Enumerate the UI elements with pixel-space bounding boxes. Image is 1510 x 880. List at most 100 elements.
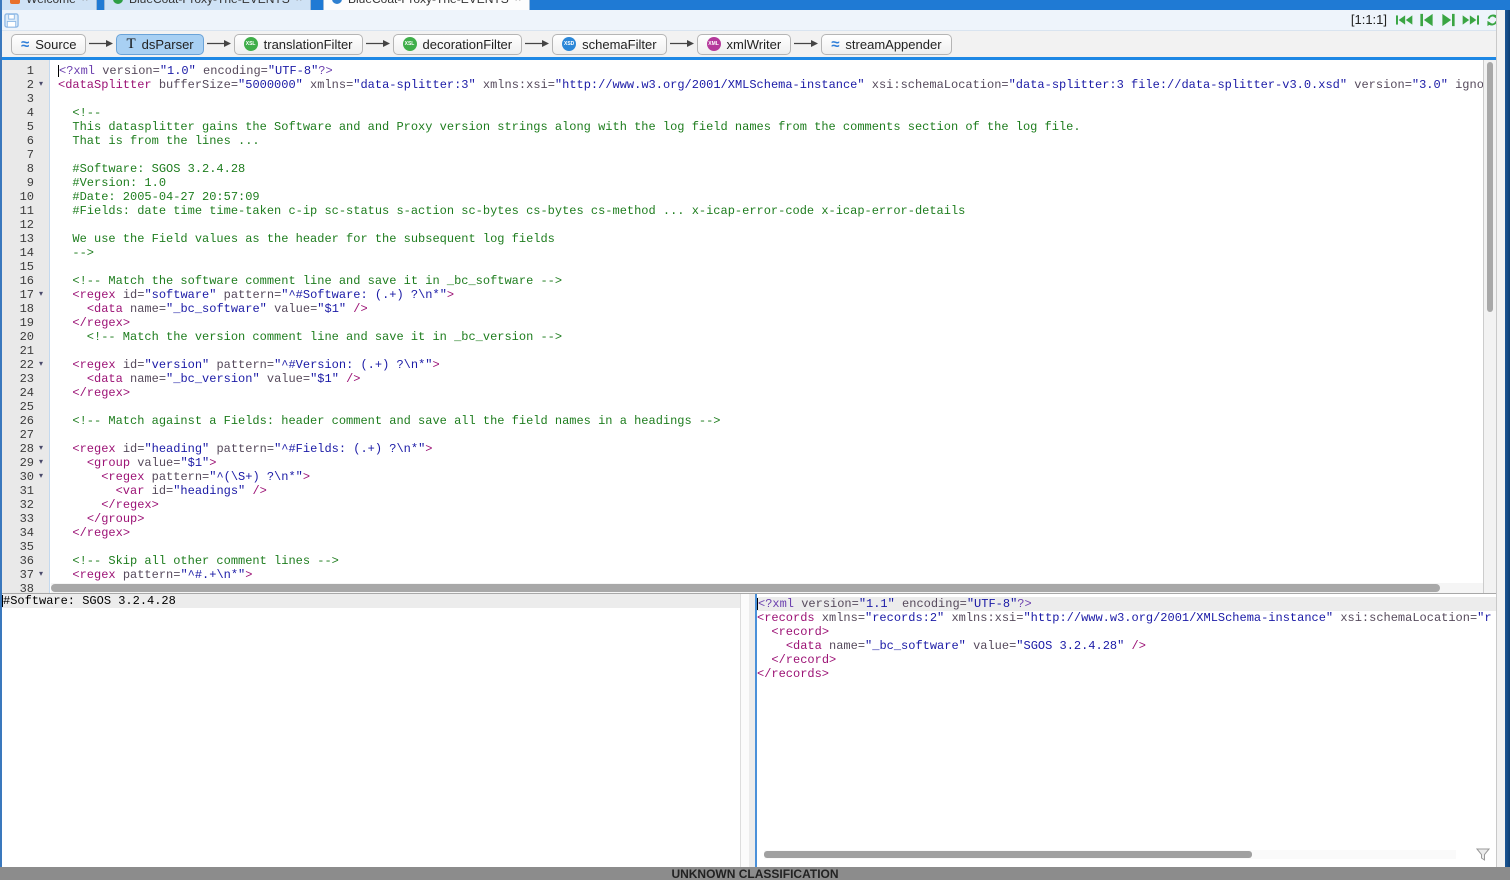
pipeline-element-label: translationFilter [264, 37, 353, 52]
fold-toggle-icon[interactable]: ▾ [34, 288, 48, 302]
gutter-line: 17▾ [2, 288, 49, 302]
line-number: 26 [2, 414, 34, 428]
pipeline-arrow-icon [794, 35, 818, 53]
line-number: 4 [2, 106, 34, 120]
code-line: <regex id="version" pattern="^#Version: … [58, 358, 1483, 372]
gutter-line: 6 [2, 134, 49, 148]
pipeline-element-translationFilter[interactable]: XSLtranslationFilter [234, 34, 363, 55]
gutter-line: 4 [2, 106, 49, 120]
output-code: <?xml version="1.1" encoding="UTF-8"?><r… [757, 594, 1496, 681]
home-icon [10, 0, 20, 4]
gutter-line: 13 [2, 232, 49, 246]
code-line: <!-- Match the version comment line and … [58, 330, 1483, 344]
gutter-line: 27 [2, 428, 49, 442]
window-left-border [0, 0, 2, 867]
step-forward-icon[interactable] [1440, 13, 1457, 27]
code-line: #Fields: date time time-taken c-ip sc-st… [58, 204, 1483, 218]
stepping-controls: [1:1:1] [1351, 12, 1501, 27]
pipeline-element-Source[interactable]: ≈Source [11, 34, 86, 55]
code-line: <data name="_bc_software" value="$1" /> [58, 302, 1483, 316]
tab-close-icon[interactable]: × [296, 0, 302, 5]
gutter-line: 10 [2, 190, 49, 204]
output-horizontal-scrollbar[interactable] [764, 850, 1456, 859]
gutter-line: 18 [2, 302, 49, 316]
line-number: 23 [2, 372, 34, 386]
line-number: 12 [2, 218, 34, 232]
pipeline-element-label: Source [35, 37, 76, 52]
code-line: <?xml version="1.1" encoding="UTF-8"?> [757, 597, 1496, 611]
gutter-line: 26 [2, 414, 49, 428]
pipeline-element-label: decorationFilter [423, 37, 513, 52]
line-number: 21 [2, 344, 34, 358]
fold-toggle-icon[interactable]: ▾ [34, 470, 48, 484]
code-line [58, 400, 1483, 414]
line-number: 11 [2, 204, 34, 218]
step-backward-icon[interactable] [1418, 13, 1435, 27]
line-number: 2 [2, 78, 34, 92]
line-number: 32 [2, 498, 34, 512]
line-number: 10 [2, 190, 34, 204]
editor-vertical-scrollbar[interactable] [1483, 60, 1496, 593]
gutter-line: 30▾ [2, 470, 49, 484]
gutter-line: 20 [2, 330, 49, 344]
fold-toggle-icon[interactable]: ▾ [34, 78, 48, 92]
pipeline-element-streamAppender[interactable]: ≈streamAppender [821, 34, 951, 55]
tab-bluecoat-proxy-the-events[interactable]: BlueCoat-Proxy-The-EVENTS× [323, 0, 530, 10]
input-preview-pane[interactable]: #Software: SGOS 3.2.4.28 [2, 594, 749, 868]
application-window: Welcome×BlueCoat-Proxy-The-EVENTS×BlueCo… [0, 0, 1510, 880]
code-line [58, 428, 1483, 442]
datasplitter-editor[interactable]: 12▾34567891011121314151617▾1819202122▾23… [2, 60, 1496, 593]
stream-icon: ≈ [831, 38, 839, 51]
code-line: That is from the lines ... [58, 134, 1483, 148]
code-line: </group> [58, 512, 1483, 526]
line-number: 25 [2, 400, 34, 414]
code-line: We use the Field values as the header fo… [58, 232, 1483, 246]
tab-welcome[interactable]: Welcome × [1, 0, 97, 10]
window-right-rail [1496, 10, 1505, 867]
code-line: #Date: 2005-04-27 20:57:09 [58, 190, 1483, 204]
tab-bluecoat-proxy-the-events[interactable]: BlueCoat-Proxy-The-EVENTS× [104, 0, 311, 10]
editor-horizontal-scrollbar[interactable] [51, 583, 1483, 593]
fold-toggle-icon[interactable]: ▾ [34, 456, 48, 470]
save-icon[interactable] [4, 13, 19, 28]
line-number: 20 [2, 330, 34, 344]
code-line: <regex pattern="^(\S+) ?\n*"> [58, 470, 1483, 484]
line-number: 35 [2, 540, 34, 554]
gutter-line: 37▾ [2, 568, 49, 582]
preview-vertical-scrollbar[interactable] [740, 594, 749, 868]
code-line [58, 148, 1483, 162]
gutter-line: 16 [2, 274, 49, 288]
pipeline-element-dsParser[interactable]: TdsParser [116, 34, 203, 55]
tab-label: Welcome [26, 0, 76, 6]
pipeline-element-schemaFilter[interactable]: XSDschemaFilter [552, 34, 666, 55]
fold-toggle-icon[interactable]: ▾ [34, 358, 48, 372]
filter-icon[interactable] [1476, 848, 1490, 861]
line-number: 6 [2, 134, 34, 148]
fold-toggle-icon[interactable]: ▾ [34, 442, 48, 456]
tab-close-icon[interactable]: × [515, 0, 521, 5]
output-preview-pane[interactable]: <?xml version="1.1" encoding="UTF-8"?><r… [755, 594, 1496, 868]
tab-close-icon[interactable]: × [82, 0, 88, 5]
classification-text: UNKNOWN CLASSIFICATION [671, 867, 838, 880]
gutter-line: 32 [2, 498, 49, 512]
gutter-line: 11 [2, 204, 49, 218]
gutter-line: 29▾ [2, 456, 49, 470]
editor-gutter[interactable]: 12▾34567891011121314151617▾1819202122▾23… [2, 60, 50, 593]
gutter-line: 9 [2, 176, 49, 190]
pipeline-element-xmlWriter[interactable]: XMLxmlWriter [697, 34, 792, 55]
pipeline-element-decorationFilter[interactable]: XSLdecorationFilter [393, 34, 523, 55]
step-last-icon[interactable] [1462, 13, 1479, 27]
line-number: 30 [2, 470, 34, 484]
code-line: </regex> [58, 316, 1483, 330]
editor-code[interactable]: <?xml version="1.0" encoding="UTF-8"?><d… [51, 60, 1483, 593]
gutter-line: 35 [2, 540, 49, 554]
code-line: </records> [757, 667, 1496, 681]
step-first-icon[interactable] [1396, 13, 1413, 27]
fold-toggle-icon[interactable]: ▾ [34, 568, 48, 582]
gutter-line: 2▾ [2, 78, 49, 92]
code-line: This datasplitter gains the Software and… [58, 120, 1483, 134]
line-number: 1 [2, 64, 34, 78]
code-line [58, 540, 1483, 554]
gutter-line: 22▾ [2, 358, 49, 372]
code-line: <regex pattern="^#.+\n*"> [58, 568, 1483, 582]
